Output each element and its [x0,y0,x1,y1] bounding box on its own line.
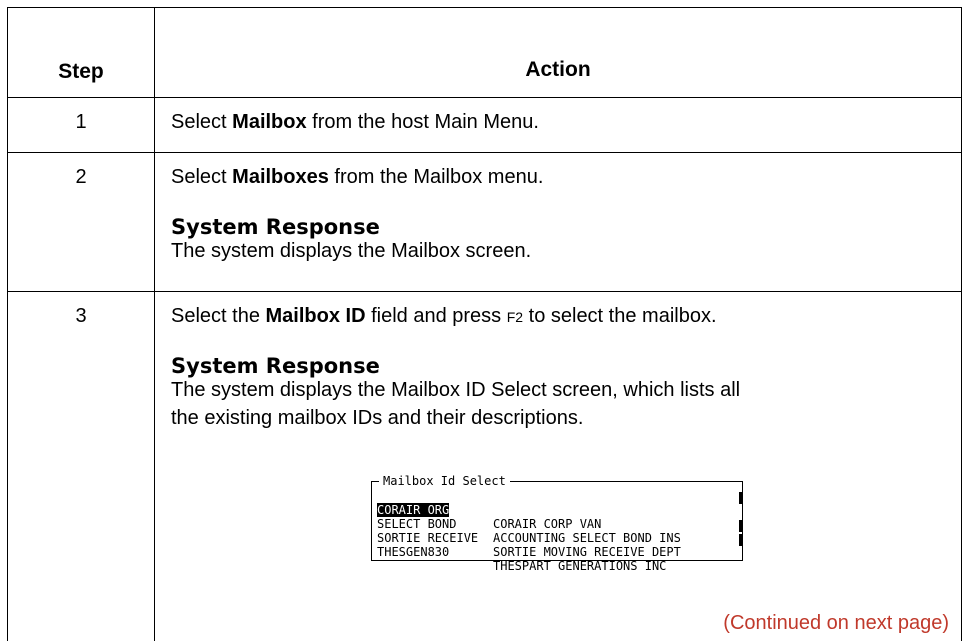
mailbox-id-select-screen: Mailbox Id Select CORAIR ORG CORAIR CORP… [371,474,747,573]
header-step: Step [58,60,104,83]
system-response-text: the existing mailbox IDs and their descr… [171,407,584,429]
header-action: Action [525,58,591,81]
scrollbar-segment[interactable] [739,520,743,532]
mailbox-description: THESPART GENERATIONS INC [493,559,667,573]
scrollbar-segment[interactable] [739,534,743,546]
step-number: 3 [75,305,87,327]
row-divider [8,291,961,292]
key-f2: F2 [506,309,524,325]
action-text: Select Mailboxes from the Mailbox menu. [171,166,544,188]
mailbox-description: SORTIE MOVING RECEIVE DEPT [493,545,681,559]
action-text: Select the Mailbox ID field and press F2… [171,305,717,327]
system-response-text: The system displays the Mailbox ID Selec… [171,379,741,401]
mailbox-description: CORAIR CORP VAN [493,517,602,531]
terminal-title: Mailbox Id Select [379,474,510,488]
mailbox-id[interactable]: THESGEN830 [377,545,489,559]
step-number: 1 [75,111,87,133]
mailbox-list-item[interactable]: THESGEN830 THESPART GENERATIONS INC [377,531,666,587]
system-response-heading: System Response [171,354,380,378]
mailbox-description: ACCOUNTING SELECT BOND INS [493,531,681,545]
system-response-text: The system displays the Mailbox screen. [171,240,532,262]
column-divider [154,8,155,641]
step-number: 2 [75,166,87,188]
system-response-heading: System Response [171,215,380,239]
row-divider [8,152,961,153]
action-text: Select Mailbox from the host Main Menu. [171,111,539,133]
scrollbar-segment[interactable] [739,492,743,504]
header-divider [8,97,961,98]
continued-note: (Continued on next page) [723,612,949,634]
